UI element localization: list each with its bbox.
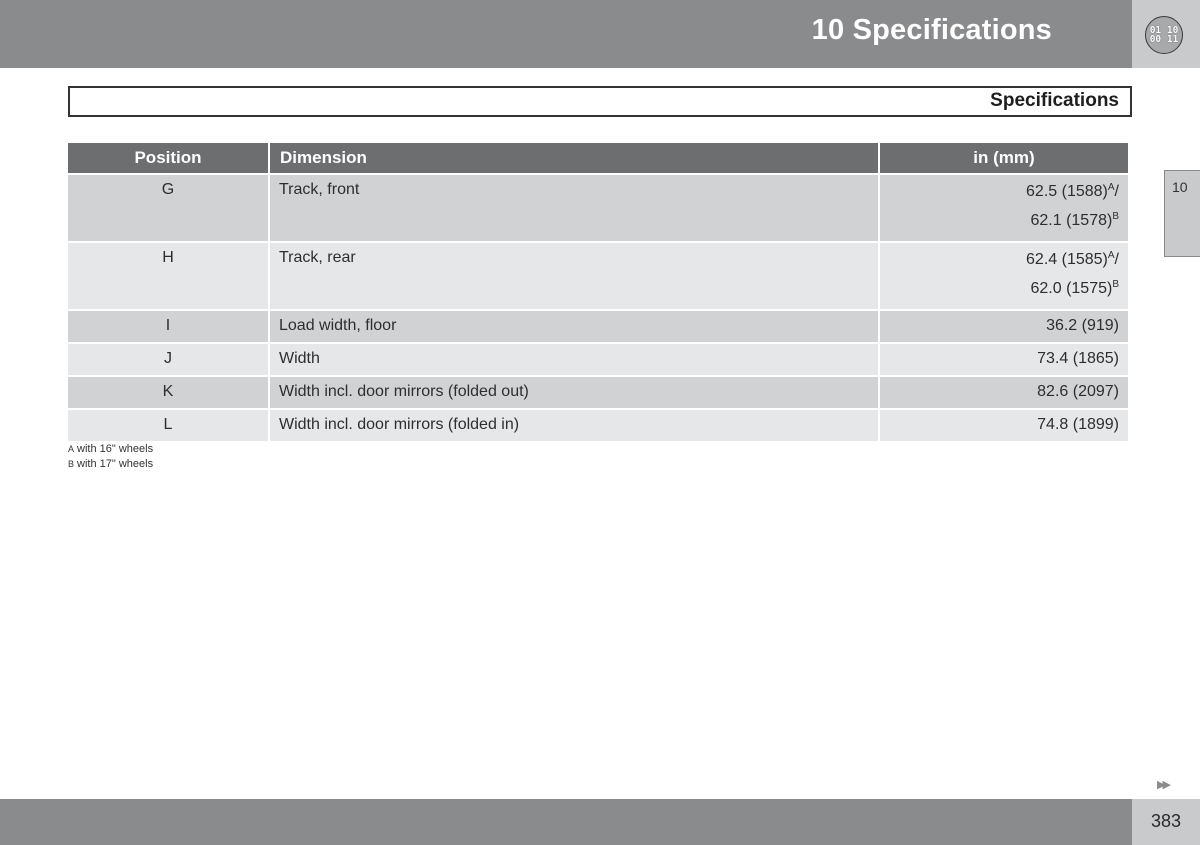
- position-cell: J: [68, 344, 268, 375]
- table-row: K Width incl. door mirrors (folded out) …: [68, 377, 1128, 408]
- column-header-dimension: Dimension: [270, 143, 878, 173]
- value-cell: 74.8 (1899): [880, 410, 1128, 441]
- footnote-ref: A: [1107, 250, 1115, 261]
- chapter-title: 10 Specifications: [811, 14, 1052, 46]
- value-a: 62.5 (1588): [1026, 183, 1108, 200]
- side-tab-label: 10: [1172, 179, 1188, 195]
- value-cell: 82.6 (2097): [880, 377, 1128, 408]
- table-row: H Track, rear 62.4 (1585)A/ 62.0 (1575)B: [68, 243, 1128, 309]
- footnote-ref: B: [1112, 211, 1119, 222]
- binary-digits-icon: 01 10 00 11: [1145, 16, 1183, 54]
- section-title: Specifications: [990, 90, 1119, 111]
- value-separator: /: [1114, 251, 1119, 268]
- value-cell: 62.4 (1585)A/ 62.0 (1575)B: [880, 243, 1128, 309]
- table-row: I Load width, floor 36.2 (919): [68, 311, 1128, 342]
- footnote-ref: A: [1107, 182, 1115, 193]
- footnote: Awith 16" wheels: [68, 442, 153, 457]
- table-row: L Width incl. door mirrors (folded in) 7…: [68, 410, 1128, 441]
- footer-bar: [0, 799, 1132, 845]
- dimension-cell: Track, front: [270, 175, 878, 241]
- position-cell: H: [68, 243, 268, 309]
- dimension-cell: Width incl. door mirrors (folded in): [270, 410, 878, 441]
- table-row: J Width 73.4 (1865): [68, 344, 1128, 375]
- value-b: 62.1 (1578): [1030, 212, 1113, 229]
- header-bar: 10 Specifications: [0, 0, 1132, 68]
- section-header: Specifications: [68, 86, 1132, 117]
- position-cell: L: [68, 410, 268, 441]
- footnote: Bwith 17" wheels: [68, 457, 153, 472]
- page-number-box: 383: [1132, 799, 1200, 845]
- footnote-mark: B: [68, 459, 75, 469]
- column-header-position: Position: [68, 143, 268, 173]
- value-cell: 62.5 (1588)A/ 62.1 (1578)B: [880, 175, 1128, 241]
- footnote-text: with 16" wheels: [77, 443, 154, 455]
- binary-line: 00 11: [1149, 34, 1179, 45]
- footnotes: Awith 16" wheels Bwith 17" wheels: [68, 442, 153, 472]
- footnote-mark: A: [68, 444, 75, 454]
- value-separator: /: [1114, 183, 1119, 200]
- value-a: 62.4 (1585): [1026, 251, 1108, 268]
- dimension-cell: Width incl. door mirrors (folded out): [270, 377, 878, 408]
- column-header-value: in (mm): [880, 143, 1128, 173]
- table-row: G Track, front 62.5 (1588)A/ 62.1 (1578)…: [68, 175, 1128, 241]
- footnote-text: with 17" wheels: [77, 458, 154, 470]
- value-cell: 73.4 (1865): [880, 344, 1128, 375]
- position-cell: K: [68, 377, 268, 408]
- chapter-side-tab[interactable]: 10: [1164, 170, 1200, 257]
- specifications-table: Position Dimension in (mm) G Track, fron…: [66, 141, 1130, 443]
- position-cell: I: [68, 311, 268, 342]
- value-b: 62.0 (1575): [1030, 280, 1113, 297]
- footnote-ref: B: [1112, 279, 1119, 290]
- table-header-row: Position Dimension in (mm): [68, 143, 1128, 173]
- page-number: 383: [1150, 811, 1182, 831]
- header-icon-box: 01 10 00 11: [1132, 0, 1200, 68]
- position-cell: G: [68, 175, 268, 241]
- double-arrow-right-icon[interactable]: ▶▶: [1157, 778, 1171, 791]
- dimension-cell: Width: [270, 344, 878, 375]
- dimension-cell: Track, rear: [270, 243, 878, 309]
- dimension-cell: Load width, floor: [270, 311, 878, 342]
- value-cell: 36.2 (919): [880, 311, 1128, 342]
